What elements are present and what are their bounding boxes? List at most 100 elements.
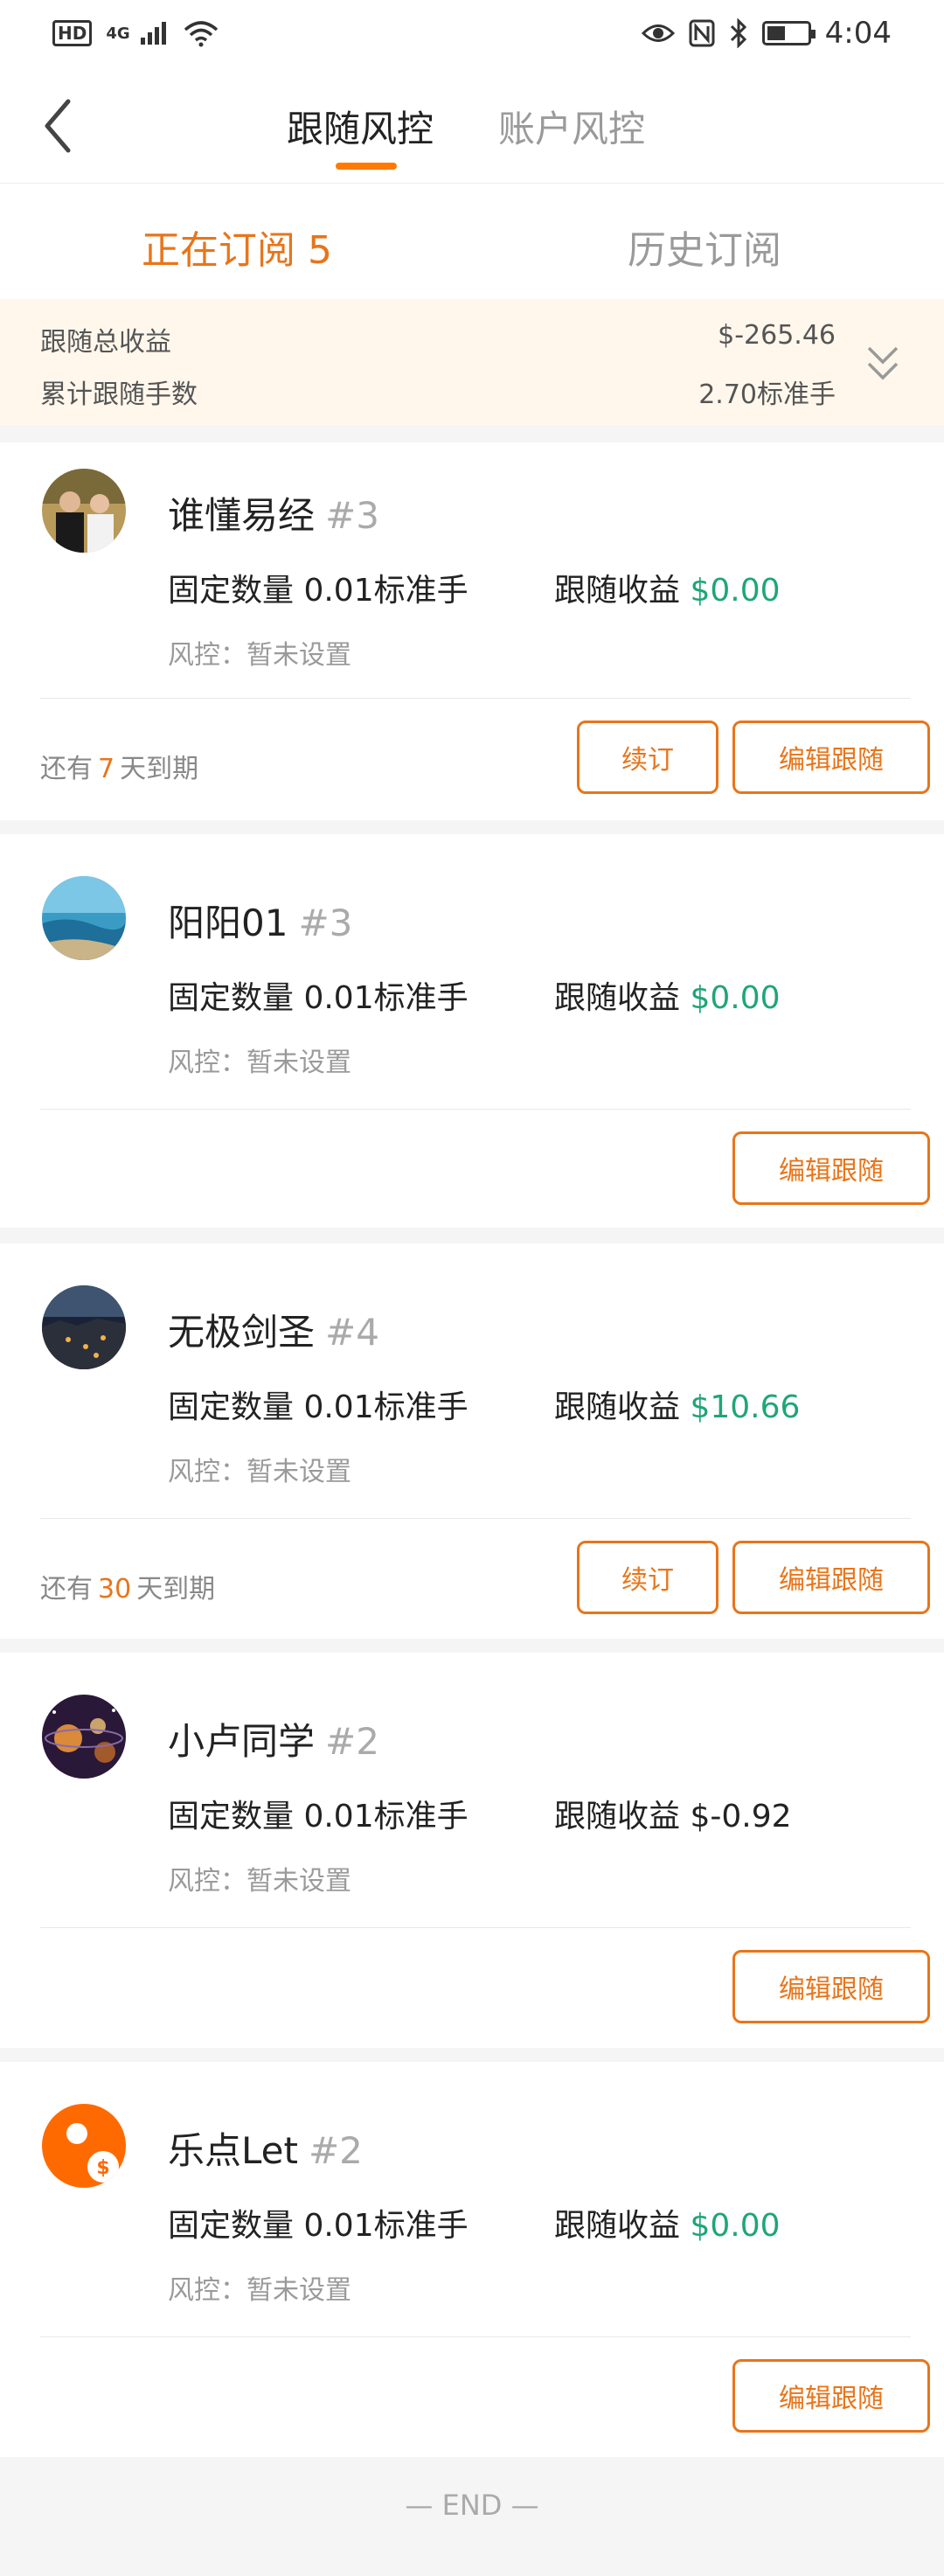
edit-follow-button[interactable]: 编辑跟随	[732, 2359, 930, 2433]
trader-name[interactable]: 阳阳01 #3	[168, 894, 352, 947]
follow-amount: 固定数量 0.01标准手	[168, 1389, 469, 1425]
nfc-icon	[689, 19, 715, 47]
total-lots-row: 累计跟随手数 2.70标准手	[40, 372, 836, 411]
chevron-left-icon	[45, 99, 71, 153]
network-type-label: 4G	[106, 24, 130, 43]
follow-amount: 固定数量 0.01标准手	[168, 1799, 469, 1835]
avatar[interactable]	[42, 1695, 126, 1779]
trader-name-text: 阳阳01	[168, 902, 288, 944]
follow-profit-label: 跟随收益	[554, 1389, 681, 1425]
edit-follow-button[interactable]: 编辑跟随	[732, 1950, 930, 2023]
follow-profit-value: $-0.92	[690, 1799, 792, 1835]
trader-name[interactable]: 小卢同学 #2	[168, 1712, 379, 1765]
follow-profit: 跟随收益 $0.00	[554, 972, 781, 1018]
total-profit-row: 跟随总收益 $-265.46	[40, 320, 836, 359]
follow-profit: 跟随收益 $10.66	[554, 1382, 800, 1427]
trader-name[interactable]: 谁懂易经 #3	[168, 486, 379, 540]
subscription-card: 谁懂易经 #3 固定数量 0.01标准手 跟随收益 $0.00 风控：暂未设置 还…	[0, 442, 944, 820]
clock-time: 4:04	[824, 16, 892, 51]
total-profit-value: $-265.46	[718, 320, 836, 351]
trader-name-text: 谁懂易经	[168, 494, 316, 537]
expiry-prefix: 还有	[40, 754, 93, 784]
status-left: HD 4G	[52, 19, 219, 47]
expand-summary-button[interactable]	[865, 343, 909, 395]
divider	[40, 2336, 911, 2337]
follow-profit-value: $10.66	[690, 1389, 801, 1425]
trader-rank: #3	[325, 494, 379, 537]
risk-control-status: 风控：暂未设置	[168, 1457, 351, 1487]
divider	[40, 1927, 911, 1928]
renew-button[interactable]: 续订	[577, 1541, 718, 1614]
expiry-notice: 还有 30 天到期	[40, 1567, 215, 1605]
follow-profit-label: 跟随收益	[554, 980, 681, 1016]
trader-name-text: 小卢同学	[168, 1720, 316, 1763]
trader-rank: #4	[325, 1311, 379, 1354]
wifi-icon	[184, 21, 218, 47]
edit-follow-button[interactable]: 编辑跟随	[732, 721, 930, 794]
renew-button[interactable]: 续订	[577, 721, 718, 794]
trader-name-text: 乐点Let	[168, 2129, 298, 2172]
expiry-suffix: 天到期	[120, 754, 199, 784]
avatar[interactable]	[42, 876, 126, 960]
tab-follow-risk-control[interactable]: 跟随风控	[287, 100, 434, 153]
edit-follow-button[interactable]: 编辑跟随	[732, 1541, 930, 1614]
trader-name[interactable]: 乐点Let #2	[168, 2121, 363, 2175]
avatar[interactable]	[42, 1285, 126, 1369]
expiry-notice: 还有 7 天到期	[40, 747, 198, 785]
svg-text:$: $	[96, 2157, 109, 2179]
follow-profit-label: 跟随收益	[554, 1799, 681, 1835]
follow-amount: 固定数量 0.01标准手	[168, 980, 469, 1016]
double-chevron-down-icon	[867, 346, 899, 380]
status-right: 4:04	[641, 16, 892, 51]
subscription-card: $ 乐点Let #2 固定数量 0.01标准手 跟随收益 $0.00 风控：暂未设…	[0, 2062, 944, 2457]
expiry-prefix: 还有	[40, 1574, 93, 1605]
total-profit-label: 跟随总收益	[40, 327, 171, 358]
follow-summary-panel: 跟随总收益 $-265.46 累计跟随手数 2.70标准手	[0, 299, 944, 425]
tab-current-subscriptions[interactable]: 正在订阅 5	[142, 219, 332, 275]
bluetooth-icon	[730, 18, 746, 48]
follow-profit: 跟随收益 $0.00	[554, 565, 781, 610]
expiry-days: 7	[98, 754, 115, 784]
follow-profit-label: 跟随收益	[554, 573, 681, 609]
total-lots-label: 累计跟随手数	[40, 379, 198, 410]
battery-level	[767, 26, 785, 40]
follow-profit-value: $0.00	[690, 2208, 781, 2244]
back-button[interactable]	[31, 91, 84, 161]
top-nav-bar: 跟随风控 账户风控	[0, 66, 944, 184]
subscription-card: 无极剑圣 #4 固定数量 0.01标准手 跟随收益 $10.66 风控：暂未设置 …	[0, 1243, 944, 1639]
trader-rank: #2	[308, 2129, 363, 2172]
edit-follow-button[interactable]: 编辑跟随	[732, 1131, 930, 1205]
status-bar: HD 4G 4:04	[0, 0, 944, 66]
trader-name[interactable]: 无极剑圣 #4	[168, 1303, 379, 1356]
subscription-card: 阳阳01 #3 固定数量 0.01标准手 跟随收益 $0.00 风控：暂未设置 编…	[0, 834, 944, 1228]
trader-rank: #3	[298, 902, 353, 944]
follow-profit: 跟随收益 $-0.92	[554, 1791, 792, 1836]
tab-account-risk-control[interactable]: 账户风控	[498, 100, 645, 153]
tab-active-indicator	[336, 163, 397, 170]
follow-profit: 跟随收益 $0.00	[554, 2200, 781, 2245]
risk-control-status: 风控：暂未设置	[168, 2275, 351, 2306]
follow-profit-label: 跟随收益	[554, 2208, 681, 2244]
follow-amount: 固定数量 0.01标准手	[168, 573, 469, 609]
expiry-days: 30	[98, 1574, 132, 1605]
divider	[40, 1518, 911, 1519]
avatar[interactable]: $	[42, 2104, 126, 2188]
hd-icon: HD	[52, 20, 93, 46]
eye-icon	[641, 24, 675, 42]
risk-control-status: 风控：暂未设置	[168, 1866, 351, 1897]
follow-amount: 固定数量 0.01标准手	[168, 2208, 469, 2244]
trader-name-text: 无极剑圣	[168, 1311, 316, 1354]
risk-control-status: 风控：暂未设置	[168, 1048, 351, 1078]
signal-icon	[140, 22, 166, 45]
trader-rank: #2	[325, 1720, 379, 1763]
total-lots-value: 2.70标准手	[698, 379, 836, 410]
follow-profit-value: $0.00	[690, 980, 781, 1016]
risk-control-status: 风控：暂未设置	[168, 640, 351, 671]
avatar[interactable]	[42, 469, 126, 553]
tab-history-subscriptions[interactable]: 历史订阅	[628, 219, 781, 275]
list-end-marker: — END —	[405, 2489, 539, 2522]
follow-profit-value: $0.00	[690, 573, 781, 609]
battery-icon	[761, 21, 816, 45]
subscription-tabs: 正在订阅 5 历史订阅	[0, 184, 944, 299]
expiry-suffix: 天到期	[136, 1574, 216, 1605]
